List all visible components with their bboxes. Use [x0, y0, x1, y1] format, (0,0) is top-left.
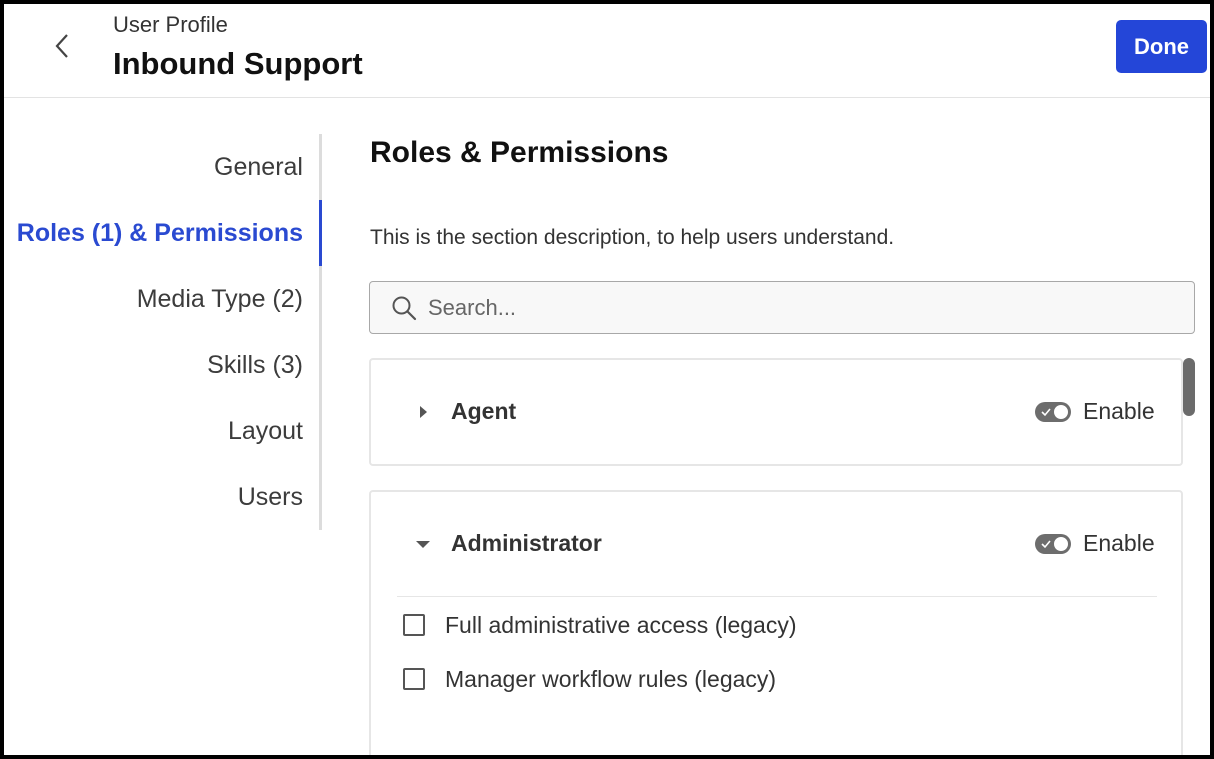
permission-label: Full administrative access (legacy)	[445, 611, 797, 638]
nav-item-general[interactable]: General	[4, 134, 303, 200]
role-header[interactable]: Agent Enable	[371, 360, 1181, 466]
nav-item-skills[interactable]: Skills (3)	[4, 332, 303, 398]
section-description: This is the section description, to help…	[370, 226, 895, 249]
page-header: User Profile Inbound Support Done	[4, 4, 1210, 98]
search-input[interactable]	[428, 294, 1128, 321]
check-icon	[1041, 540, 1051, 549]
enable-toggle[interactable]	[1035, 534, 1071, 554]
chevron-left-icon	[55, 34, 68, 58]
done-button[interactable]: Done	[1116, 20, 1207, 73]
side-nav: General Roles (1) & Permissions Media Ty…	[4, 134, 322, 530]
search-icon	[392, 296, 417, 320]
back-button[interactable]	[42, 26, 82, 66]
search-box	[369, 281, 1195, 334]
card-divider	[397, 596, 1157, 597]
nav-item-users[interactable]: Users	[4, 464, 303, 530]
caret-right-icon[interactable]	[415, 404, 431, 420]
page-title: Inbound Support	[113, 46, 363, 81]
caret-down-icon[interactable]	[415, 536, 431, 552]
section-title: Roles & Permissions	[370, 136, 669, 169]
nav-item-layout[interactable]: Layout	[4, 398, 303, 464]
check-icon	[1041, 408, 1051, 417]
app-frame: User Profile Inbound Support Done Genera…	[4, 4, 1210, 755]
scrollbar-thumb[interactable]	[1183, 358, 1195, 416]
toggle-label: Enable	[1083, 530, 1155, 556]
permission-label: Manager workflow rules (legacy)	[445, 665, 777, 692]
role-card-administrator: Administrator Enable Full administrative…	[369, 490, 1183, 755]
nav-item-roles-permissions[interactable]: Roles (1) & Permissions	[4, 200, 303, 266]
toggle-knob	[1052, 535, 1070, 553]
nav-active-indicator	[319, 200, 322, 266]
role-header[interactable]: Administrator Enable	[371, 492, 1181, 596]
role-name: Agent	[451, 398, 517, 424]
role-card-agent: Agent Enable	[369, 358, 1183, 466]
role-name: Administrator	[451, 530, 602, 556]
permission-row[interactable]: Full administrative access (legacy)	[403, 605, 1103, 645]
enable-toggle[interactable]	[1035, 402, 1071, 422]
toggle-label: Enable	[1083, 398, 1155, 424]
header-subtitle: User Profile	[113, 12, 228, 37]
permission-row[interactable]: Manager workflow rules (legacy)	[403, 659, 1103, 699]
permission-checkbox[interactable]	[403, 668, 425, 690]
permission-checkbox[interactable]	[403, 614, 425, 636]
toggle-knob	[1052, 403, 1070, 421]
nav-item-media-type[interactable]: Media Type (2)	[4, 266, 303, 332]
